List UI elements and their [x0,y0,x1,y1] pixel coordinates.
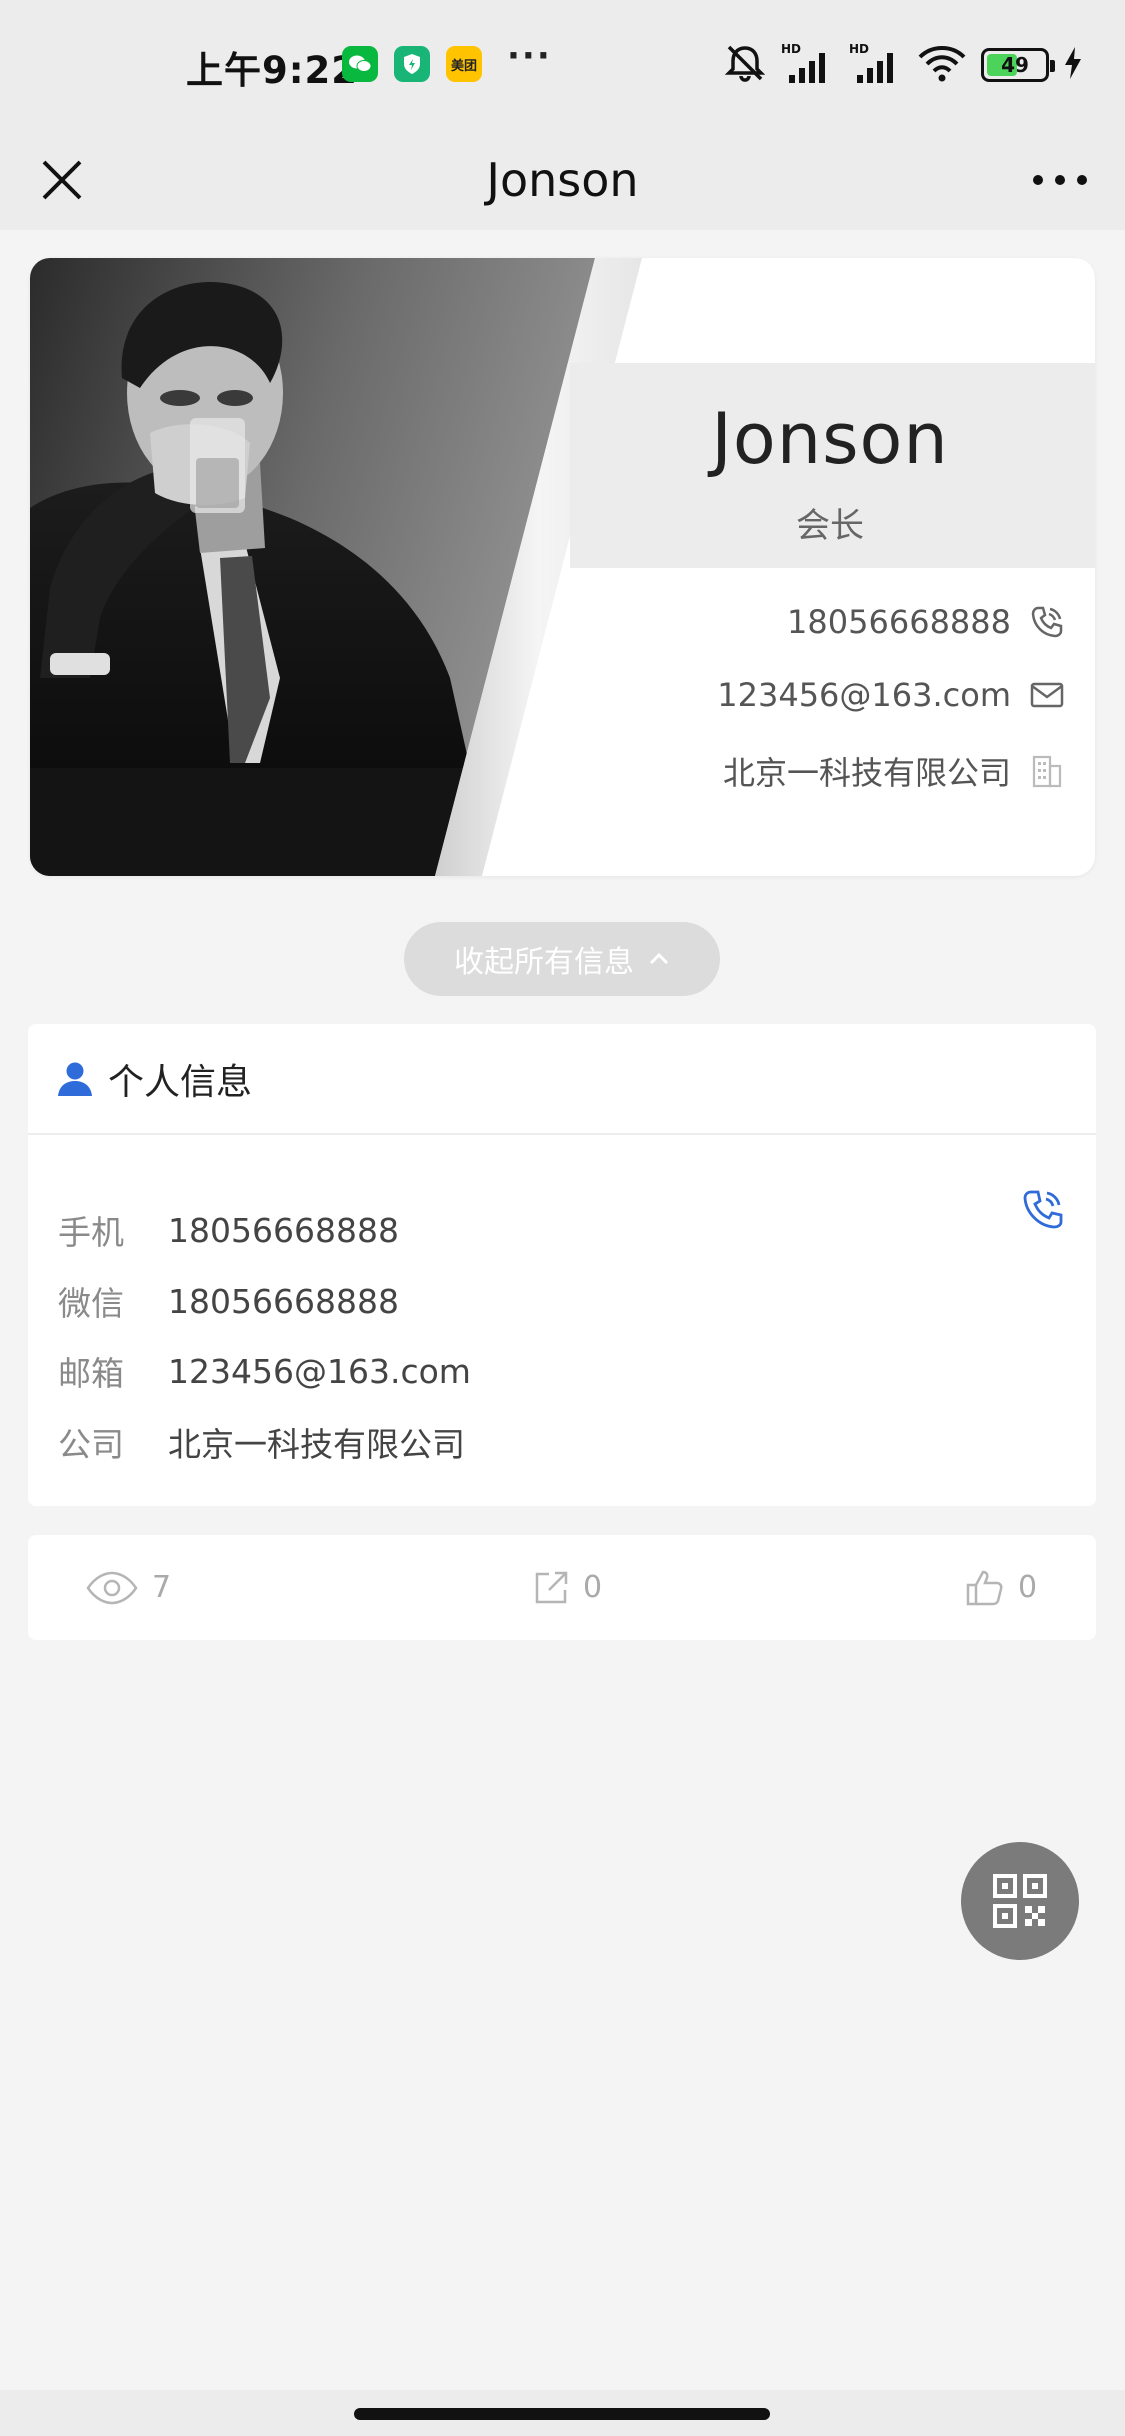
mail-icon [1029,677,1065,713]
status-bar: 上午9:22 美团 ··· HD HD 49 [0,0,1125,130]
shares-count: 0 [583,1570,603,1605]
stats-bar: 7 0 0 [28,1535,1096,1640]
info-value: 北京一科技有限公司 [168,1425,465,1464]
charging-icon [1063,46,1083,84]
signal-hd-icon: HD [781,41,835,89]
svg-text:HD: HD [781,42,801,56]
status-time: 上午9:22 [186,49,359,92]
personal-info-section: 个人信息 手机 18056668888 微信 18056668888 邮箱 12… [28,1024,1096,1506]
info-row-company: 公司 北京一科技有限公司 [58,1418,465,1466]
card-name: Jonson [711,398,949,480]
business-card: Jonson 会长 18056668888 123456@163.com 北京一… [30,258,1095,876]
battery-icon: 49 [981,48,1055,82]
qr-code-button[interactable] [961,1842,1079,1960]
signal-hd-icon: HD [849,41,903,89]
phone-icon [1029,604,1065,640]
mute-icon [723,43,767,87]
wechat-icon [342,46,378,82]
meituan-icon: 美团 [446,46,482,82]
user-icon [58,1062,92,1096]
info-label: 公司 [58,1425,124,1464]
likes-count: 0 [1018,1570,1038,1605]
page-title: Jonson [486,153,639,207]
more-dots-icon [1033,175,1087,185]
phone-call-icon [1023,1190,1063,1229]
info-label: 手机 [58,1213,124,1252]
chevron-up-icon [649,952,669,965]
card-company-text: 北京一科技有限公司 [722,754,1011,792]
card-email-text: 123456@163.com [717,676,1011,714]
info-value: 18056668888 [168,1281,399,1321]
nav-bar: Jonson [0,130,1125,230]
info-value: 123456@163.com [168,1351,471,1391]
status-indicators: HD HD 49 [723,42,1083,88]
battery-level: 49 [1001,53,1029,77]
wifi-icon [917,43,967,87]
info-label: 邮箱 [58,1354,124,1393]
info-row-wechat: 微信 18056668888 [58,1277,399,1325]
views-count: 7 [152,1570,172,1605]
building-icon [1029,753,1065,789]
card-role: 会长 [796,506,864,546]
personal-info-title: 个人信息 [108,1061,253,1103]
eye-icon [86,1571,138,1604]
more-notifications-icon: ··· [507,36,552,76]
views-stat: 7 [86,1535,171,1640]
card-phone[interactable]: 18056668888 [787,603,1065,641]
collapse-all-info-button[interactable]: 收起所有信息 [404,922,720,996]
info-label: 微信 [58,1284,124,1323]
like-button[interactable]: 0 [964,1535,1037,1640]
info-row-phone[interactable]: 手机 18056668888 [58,1206,399,1254]
share-icon [535,1571,568,1603]
personal-info-header: 个人信息 [28,1024,1096,1135]
call-button[interactable] [1018,1184,1068,1234]
svg-text:HD: HD [849,42,869,56]
card-email[interactable]: 123456@163.com [717,676,1065,714]
more-button[interactable] [1025,150,1095,210]
home-indicator[interactable] [354,2408,770,2420]
thumbs-up-icon [966,1570,1003,1605]
card-company: 北京一科技有限公司 [723,748,1065,794]
qr-code-icon [993,1874,1047,1928]
collapse-button-label: 收起所有信息 [454,945,634,980]
card-phone-text: 18056668888 [787,603,1011,641]
share-button[interactable]: 0 [533,1535,602,1640]
business-card-page: 上午9:22 美团 ··· HD HD 49 Jonson Jonson 会长 … [0,0,1125,2436]
info-value: 18056668888 [168,1210,399,1250]
shield-app-icon [394,46,430,82]
info-row-email: 邮箱 123456@163.com [58,1347,471,1395]
